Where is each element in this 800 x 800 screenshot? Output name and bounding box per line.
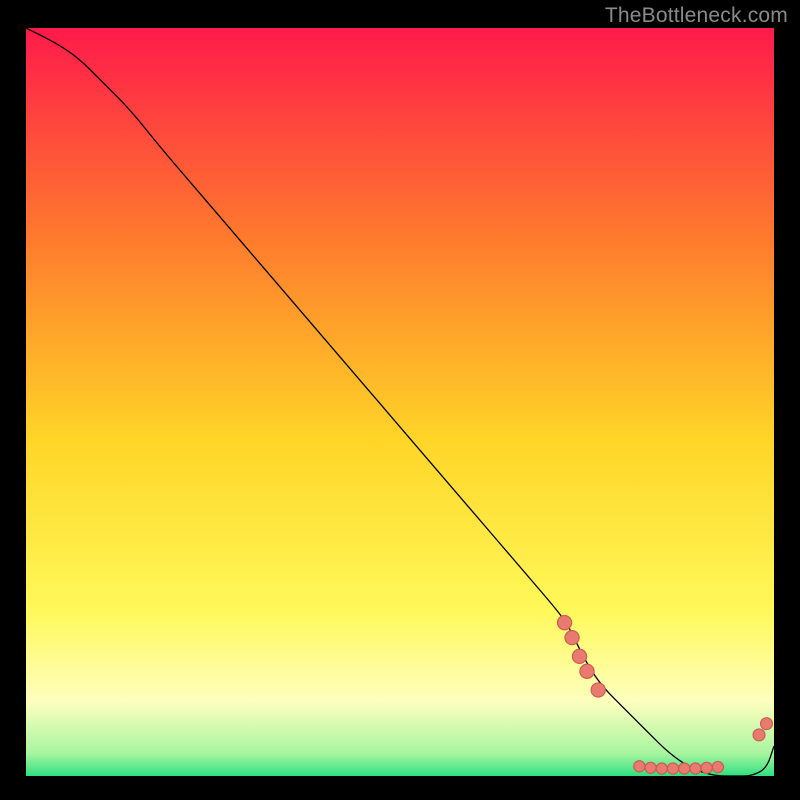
gradient-background [26,28,774,776]
data-marker [690,763,701,774]
data-marker [753,729,765,741]
data-marker [634,761,645,772]
data-marker [656,763,667,774]
data-marker [761,718,773,730]
data-marker [679,763,690,774]
data-marker [565,631,579,645]
data-marker [572,649,586,663]
data-marker [645,762,656,773]
data-marker [701,762,712,773]
data-marker [557,616,571,630]
data-marker [712,761,723,772]
plot-area [26,28,774,776]
watermark-text: TheBottleneck.com [605,4,788,28]
chart-svg [26,28,774,776]
chart-stage: TheBottleneck.com [0,0,800,800]
data-marker [667,763,678,774]
data-marker [580,664,594,678]
data-marker [591,683,605,697]
